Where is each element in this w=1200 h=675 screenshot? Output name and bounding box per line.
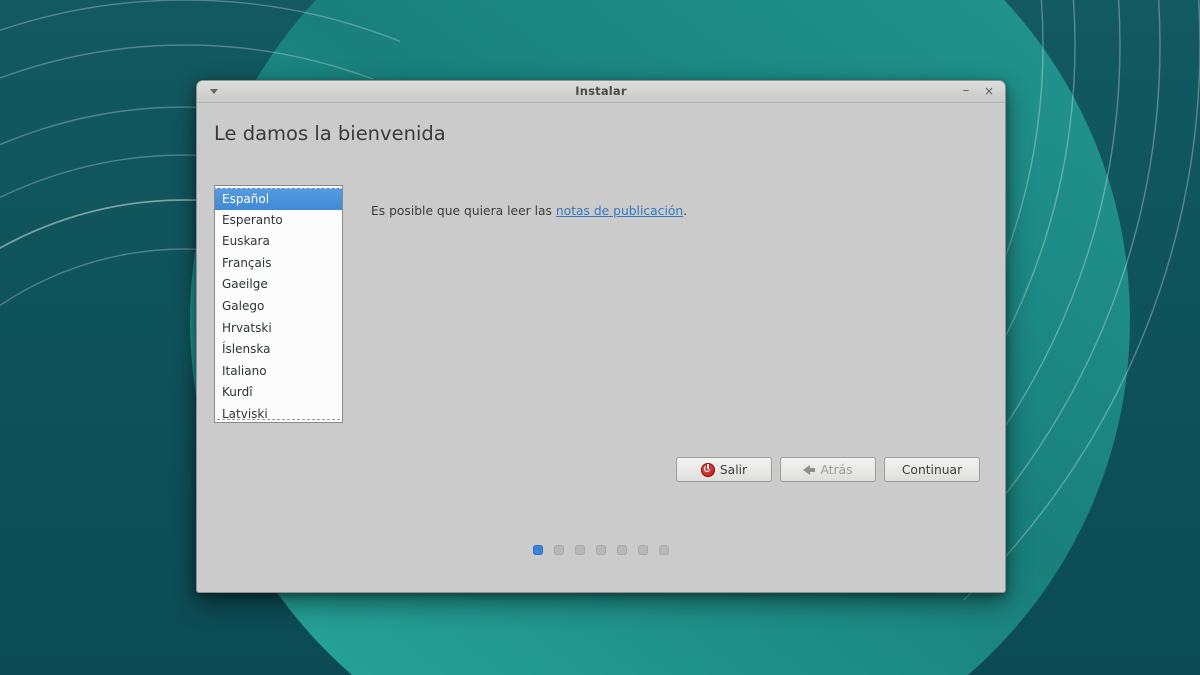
progress-dot [617, 545, 627, 555]
language-option[interactable]: Kurdî [215, 382, 342, 404]
back-arrow-icon [803, 465, 815, 475]
language-option[interactable]: Français [215, 253, 342, 275]
minimize-icon[interactable]: – [957, 83, 975, 100]
release-notes-suffix: . [683, 204, 687, 218]
language-option[interactable]: Latviski [215, 404, 342, 423]
continue-button[interactable]: Continuar [884, 457, 980, 482]
window-title: Instalar [197, 84, 1005, 98]
quit-button[interactable]: Salir [676, 457, 772, 482]
release-notes-link[interactable]: notas de publicación [556, 204, 683, 218]
language-option[interactable]: Italiano [215, 361, 342, 383]
progress-dot [659, 545, 669, 555]
progress-dot [554, 545, 564, 555]
page-title: Le damos la bienvenida [214, 123, 446, 144]
installer-window: Instalar – × Le damos la bienvenida Espa… [196, 80, 1006, 593]
quit-button-label: Salir [720, 463, 747, 477]
titlebar[interactable]: Instalar – × [197, 81, 1005, 103]
language-option[interactable]: Esperanto [215, 210, 342, 232]
progress-dot [596, 545, 606, 555]
language-list[interactable]: EspañolEsperantoEuskaraFrançaisGaeilgeGa… [214, 185, 343, 423]
progress-dot [575, 545, 585, 555]
language-option[interactable]: Íslenska [215, 339, 342, 361]
release-notes-text: Es posible que quiera leer las notas de … [371, 204, 687, 218]
language-option[interactable]: Euskara [215, 231, 342, 253]
back-button-label: Atrás [820, 463, 852, 477]
language-option[interactable]: Español [215, 188, 342, 210]
language-option[interactable]: Hrvatski [215, 318, 342, 340]
close-icon[interactable]: × [980, 83, 998, 100]
language-option[interactable]: Gaeilge [215, 274, 342, 296]
progress-dot [638, 545, 648, 555]
continue-button-label: Continuar [902, 463, 962, 477]
release-notes-prefix: Es posible que quiera leer las [371, 204, 556, 218]
progress-dots [533, 545, 669, 555]
back-button[interactable]: Atrás [780, 457, 876, 482]
progress-dot [533, 545, 543, 555]
power-icon [701, 463, 715, 477]
action-buttons: Salir Atrás Continuar [676, 457, 980, 482]
language-option[interactable]: Galego [215, 296, 342, 318]
